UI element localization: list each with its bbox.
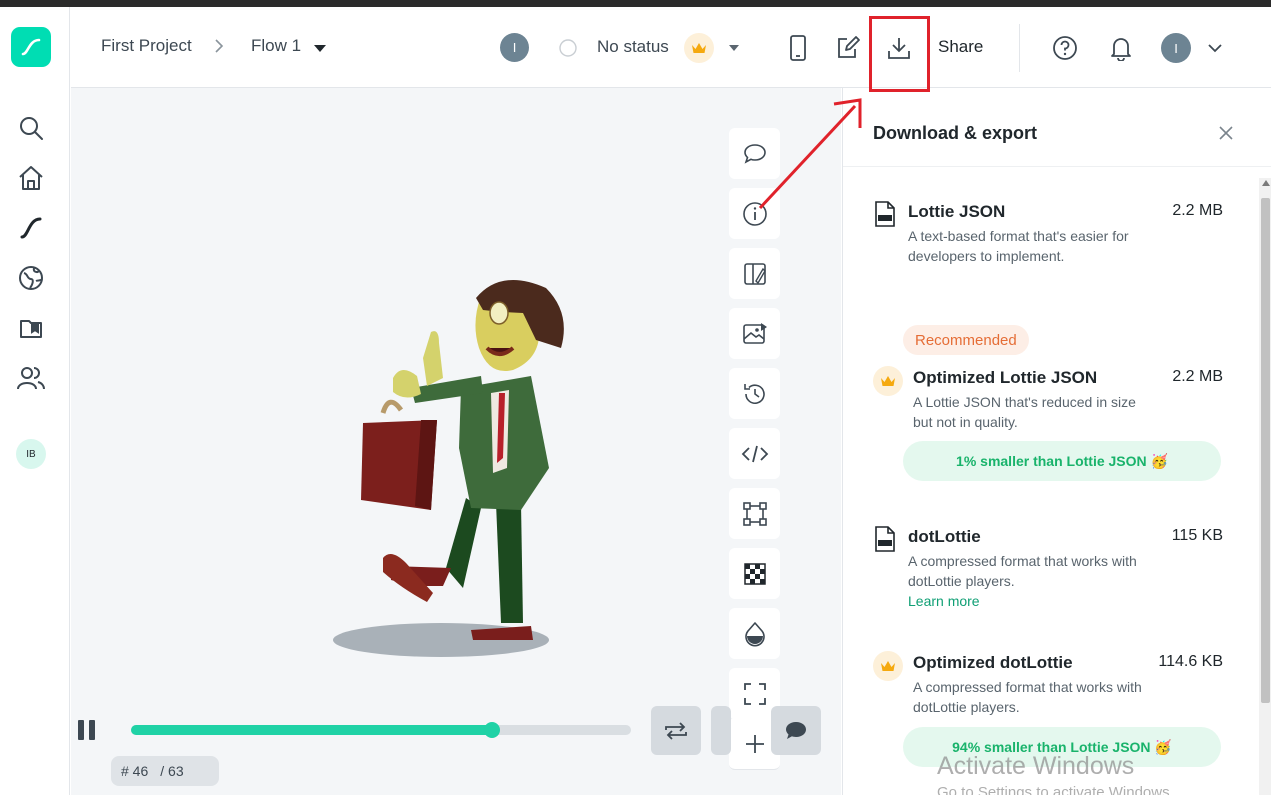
savings-badge: 1% smaller than Lottie JSON 🥳 xyxy=(903,441,1221,481)
option-size: 2.2 MB xyxy=(1172,202,1223,219)
panel-divider xyxy=(843,166,1271,167)
option-size: 115 KB xyxy=(1171,527,1223,544)
total-frames: / 63 xyxy=(160,763,184,779)
collaborator-avatar[interactable]: I xyxy=(500,33,529,62)
premium-crown-icon xyxy=(873,366,903,396)
theme-tool[interactable] xyxy=(729,248,780,299)
top-header: First Project Flow 1 I No status Share I xyxy=(71,7,1271,88)
panel-scrollbar-thumb[interactable] xyxy=(1261,198,1270,703)
pause-icon xyxy=(78,720,95,740)
option-title: Lottie JSON xyxy=(908,202,1006,221)
breadcrumb-project[interactable]: First Project xyxy=(101,36,192,56)
current-frame: # 46 xyxy=(121,763,149,779)
left-sidebar: IB xyxy=(0,7,70,795)
image-tool[interactable] xyxy=(729,308,780,359)
edit-icon[interactable] xyxy=(834,34,862,62)
dotlottie-file-icon xyxy=(875,526,895,552)
image-icon xyxy=(742,322,767,344)
transparency-icon xyxy=(743,562,766,585)
download-export-panel: Download & export Lottie JSON 2.2 MB A t… xyxy=(842,88,1271,795)
chat-bubble-icon xyxy=(786,721,806,739)
download-highlight-box xyxy=(869,16,930,92)
code-icon xyxy=(741,445,768,462)
playback-timeline[interactable] xyxy=(131,722,631,738)
option-description: A Lottie JSON that's reduced in size but… xyxy=(913,394,1136,430)
share-button[interactable]: Share xyxy=(938,37,983,57)
sidebar-item-library[interactable] xyxy=(15,312,47,344)
comments-toggle-button[interactable] xyxy=(771,706,821,755)
animation-canvas: # 46 / 63 xyxy=(71,88,841,795)
sidebar-item-animations[interactable] xyxy=(15,212,47,244)
bounding-box-icon xyxy=(742,501,767,526)
playback-speed-button[interactable] xyxy=(711,706,731,755)
option-size: 114.6 KB xyxy=(1158,653,1223,670)
lottiefiles-logo[interactable] xyxy=(11,27,51,67)
pause-button[interactable] xyxy=(76,719,98,741)
panel-title: Download & export xyxy=(873,123,1038,143)
workspace-avatar[interactable]: IB xyxy=(16,439,46,469)
option-size: 2.2 MB xyxy=(1172,368,1223,385)
option-title: dotLottie xyxy=(908,527,981,546)
premium-crown-icon xyxy=(684,33,714,63)
option-description: A compressed format that works with dotL… xyxy=(913,679,1142,715)
option-title: Optimized dotLottie xyxy=(913,653,1073,672)
learn-more-link[interactable]: Learn more xyxy=(908,593,980,609)
close-icon xyxy=(1219,126,1233,140)
background-color-tool[interactable] xyxy=(729,608,780,659)
premium-crown-icon xyxy=(873,651,903,681)
history-tool[interactable] xyxy=(729,368,780,419)
flow-dropdown-icon[interactable] xyxy=(313,43,327,53)
bounding-box-tool[interactable] xyxy=(729,488,780,539)
windows-activation-watermark: Activate Windows xyxy=(937,752,1135,780)
search-icon xyxy=(20,117,43,140)
team-icon xyxy=(17,367,45,390)
close-panel-button[interactable] xyxy=(1216,123,1236,143)
code-tool[interactable] xyxy=(729,428,780,479)
header-divider xyxy=(1019,24,1020,72)
loop-icon xyxy=(665,721,687,740)
theme-icon xyxy=(743,262,766,285)
recommended-badge: Recommended xyxy=(903,325,1029,355)
home-icon xyxy=(19,166,43,190)
notifications-bell-icon[interactable] xyxy=(1108,35,1134,61)
profile-avatar[interactable]: I xyxy=(1161,33,1191,63)
annotation-arrow xyxy=(758,98,862,210)
transparency-tool[interactable] xyxy=(729,548,780,599)
json-file-icon xyxy=(875,201,895,227)
lottie-logo-icon xyxy=(20,217,42,239)
globe-icon xyxy=(19,266,43,290)
help-icon[interactable] xyxy=(1052,35,1078,61)
lottie-logo-icon xyxy=(21,38,41,56)
status-label[interactable]: No status xyxy=(597,37,669,57)
status-circle-icon[interactable] xyxy=(559,39,577,57)
profile-chevron-down-icon[interactable] xyxy=(1207,41,1223,55)
zombie-animation-preview xyxy=(333,280,564,657)
sidebar-item-search[interactable] xyxy=(15,112,47,144)
sidebar-item-home[interactable] xyxy=(15,162,47,194)
loop-button[interactable] xyxy=(651,706,701,755)
scroll-up-arrow-icon[interactable] xyxy=(1262,180,1270,186)
color-drop-icon xyxy=(744,621,765,646)
playback-scrubber-handle[interactable] xyxy=(484,722,500,738)
status-dropdown-icon[interactable] xyxy=(727,43,741,53)
option-description: A text-based format that's easier for de… xyxy=(908,228,1129,264)
playback-progress-fill xyxy=(131,725,492,735)
option-description-text: A compressed format that works with dotL… xyxy=(908,553,1137,589)
windows-activation-subtext: Go to Settings to activate Windows. xyxy=(937,784,1174,795)
history-icon xyxy=(743,383,765,404)
sidebar-item-discover[interactable] xyxy=(15,262,47,294)
fullscreen-icon xyxy=(743,682,766,705)
mobile-preview-icon[interactable] xyxy=(786,34,810,62)
option-description: A compressed format that works with dotL… xyxy=(908,551,1138,611)
library-icon xyxy=(20,320,42,338)
option-title: Optimized Lottie JSON xyxy=(913,368,1098,387)
window-top-strip xyxy=(0,0,1271,7)
frame-counter: # 46 / 63 xyxy=(111,756,219,786)
breadcrumb-chevron-icon xyxy=(213,37,225,55)
sidebar-item-team[interactable] xyxy=(15,362,47,394)
zoom-in-icon xyxy=(745,734,764,753)
breadcrumb-flow[interactable]: Flow 1 xyxy=(251,36,301,56)
